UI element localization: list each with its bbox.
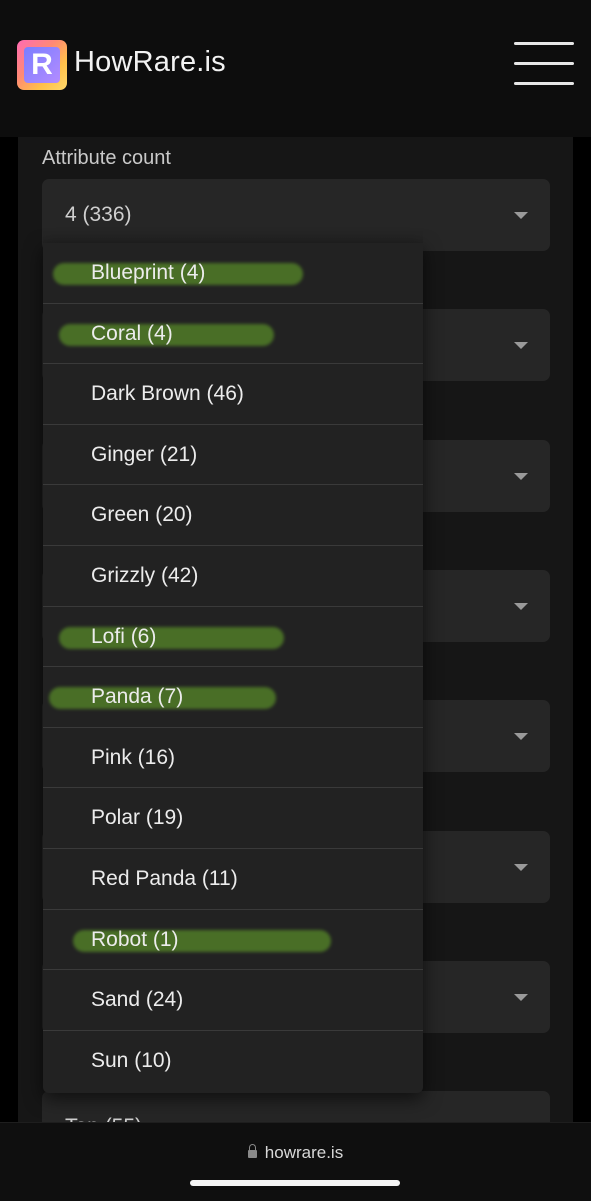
dropdown-option-label: Polar (19) xyxy=(91,806,184,830)
chevron-down-icon xyxy=(514,212,528,219)
chevron-down-icon xyxy=(514,342,528,349)
hamburger-line xyxy=(514,42,574,45)
howrare-logo-icon[interactable]: R xyxy=(17,40,67,90)
attribute-count-label: Attribute count xyxy=(42,147,171,169)
dropdown-top-edge xyxy=(43,230,423,244)
dropdown-option-label: Dark Brown (46) xyxy=(91,382,244,406)
dropdown-option[interactable]: Blueprint (4) xyxy=(43,243,423,304)
browser-address-bar[interactable]: howrare.is xyxy=(0,1122,591,1201)
dropdown-option-label: Ginger (21) xyxy=(91,442,198,466)
dropdown-option-label: Robot (1) xyxy=(91,927,179,951)
dropdown-option[interactable]: Sun (10) xyxy=(43,1031,423,1092)
home-indicator[interactable] xyxy=(190,1180,400,1186)
dropdown-option[interactable]: Grizzly (42) xyxy=(43,546,423,607)
dropdown-option[interactable]: Pink (16) xyxy=(43,728,423,789)
hamburger-icon[interactable] xyxy=(514,40,574,88)
dropdown-option-label: Lofi (6) xyxy=(91,624,157,648)
dropdown-option[interactable]: Ginger (21) xyxy=(43,425,423,486)
hamburger-line xyxy=(514,62,574,65)
dropdown-option-label: Pink (16) xyxy=(91,745,176,769)
dropdown-option[interactable]: Lofi (6) xyxy=(43,607,423,668)
dropdown-option-label: Panda (7) xyxy=(91,685,184,709)
dropdown-option[interactable]: Panda (7) xyxy=(43,667,423,728)
site-header: R HowRare.is xyxy=(0,0,591,137)
url-display[interactable]: howrare.is xyxy=(0,1143,591,1163)
hamburger-line xyxy=(514,82,574,85)
dropdown-option[interactable]: Dark Brown (46) xyxy=(43,364,423,425)
brand-name[interactable]: HowRare.is xyxy=(74,46,226,79)
lock-icon xyxy=(247,1144,257,1158)
dropdown-menu: Blueprint (4) Coral (4) Dark Brown (46) Gin… xyxy=(43,243,423,1093)
chevron-down-icon xyxy=(514,603,528,610)
logo-letter: R xyxy=(24,47,60,83)
chevron-down-icon xyxy=(514,864,528,871)
chevron-down-icon xyxy=(514,473,528,480)
dropdown-option-label: Sand (24) xyxy=(91,988,184,1012)
dropdown-option[interactable]: Green (20) xyxy=(43,485,423,546)
dropdown-option[interactable]: Coral (4) xyxy=(43,304,423,365)
dropdown-option[interactable]: Polar (19) xyxy=(43,788,423,849)
dropdown-option-label: Red Panda (11) xyxy=(91,866,238,890)
url-text: howrare.is xyxy=(264,1143,344,1162)
chevron-down-icon xyxy=(514,994,528,1001)
dropdown-option-label: Sun (10) xyxy=(91,1048,172,1072)
dropdown-option-label: Green (20) xyxy=(91,503,193,527)
dropdown-option-label: Grizzly (42) xyxy=(91,563,199,587)
dropdown-option-label: Blueprint (4) xyxy=(91,261,206,284)
dropdown-option[interactable]: Robot (1) xyxy=(43,910,423,971)
dropdown-option-label: Coral (4) xyxy=(91,321,173,345)
dropdown-option[interactable]: Sand (24) xyxy=(43,970,423,1031)
dropdown-option[interactable]: Red Panda (11) xyxy=(43,849,423,910)
attribute-count-value: 4 (336) xyxy=(65,203,132,226)
chevron-down-icon xyxy=(514,733,528,740)
